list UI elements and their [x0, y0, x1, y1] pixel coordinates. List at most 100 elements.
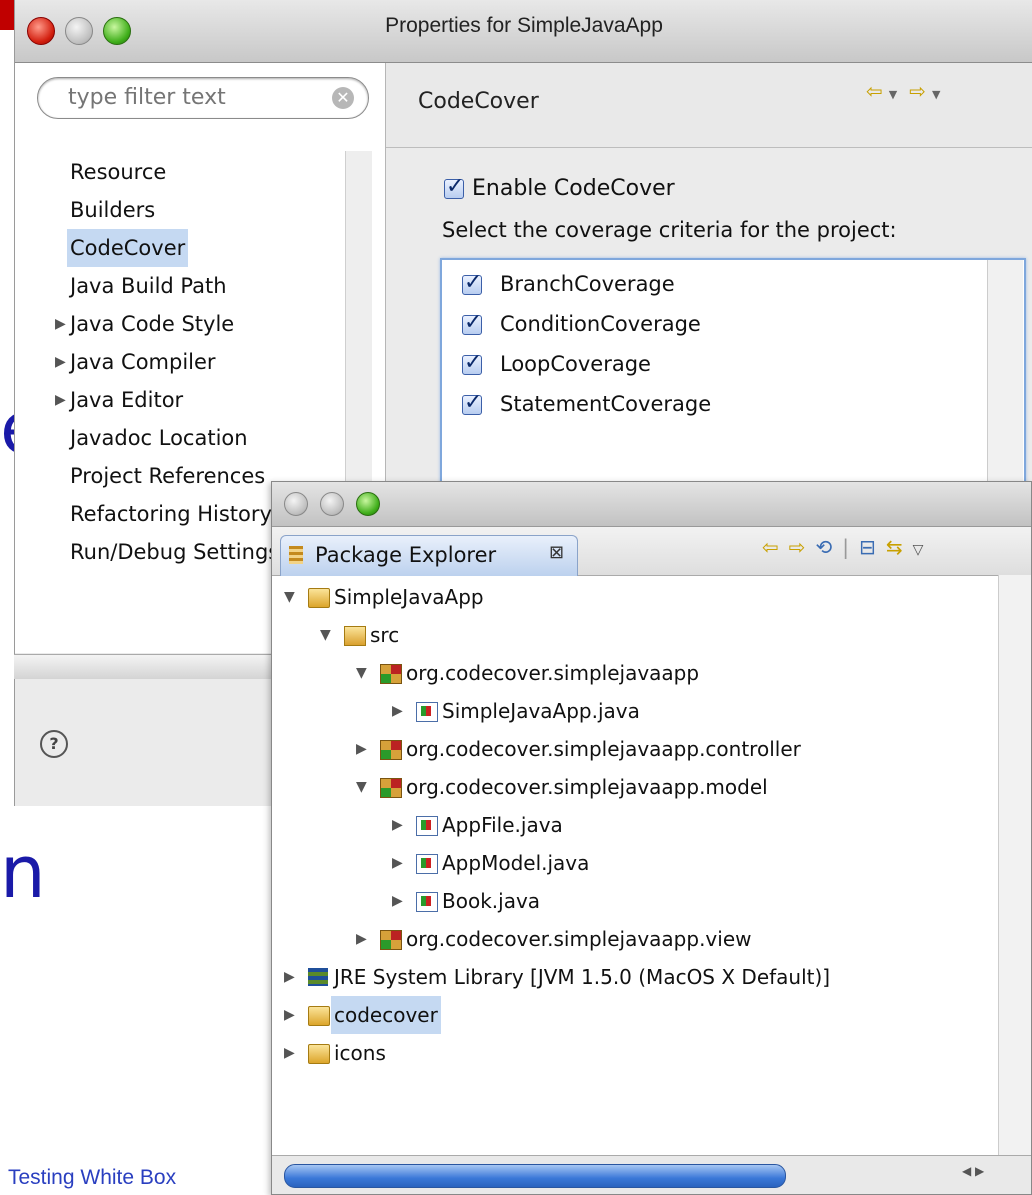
- tree-row-label: icons: [334, 1041, 386, 1065]
- tree-row[interactable]: ▶ SimpleJavaApp.java: [272, 692, 1002, 730]
- link-with-editor-icon[interactable]: ⟲: [816, 535, 833, 559]
- criteria-label: BranchCoverage: [500, 272, 675, 296]
- explorer-tab-bar: Package Explorer ⊠ ⇦ ⇨ ⟲ | ⊟ ⇆ ▽: [272, 527, 1031, 576]
- nav-item-label: Builders: [70, 198, 156, 222]
- expand-triangle-icon[interactable]: ▶: [392, 882, 403, 920]
- nav-item[interactable]: Resource: [15, 153, 355, 191]
- tree-row[interactable]: ▶ AppModel.java: [272, 844, 1002, 882]
- folder-icon: [308, 1044, 330, 1064]
- tree-row[interactable]: ▶ AppFile.java: [272, 806, 1002, 844]
- history-nav: ⇦ ▼ ⇨ ▼: [866, 79, 952, 103]
- tree-row[interactable]: ▼ SimpleJavaApp: [272, 578, 1002, 616]
- tree-row[interactable]: ▶ org.codecover.simplejavaapp.view: [272, 920, 1002, 958]
- tree-row[interactable]: ▶ icons: [272, 1034, 1002, 1072]
- collapse-triangle-icon[interactable]: ▼: [284, 578, 295, 616]
- java-file-icon: [416, 702, 438, 722]
- criteria-item[interactable]: LoopCoverage: [462, 350, 651, 376]
- chevron-down-icon[interactable]: ▼: [889, 88, 897, 101]
- expand-triangle-icon[interactable]: ▶: [284, 1034, 295, 1072]
- nav-item[interactable]: ▶ Java Compiler: [15, 343, 355, 381]
- criteria-item[interactable]: BranchCoverage: [462, 270, 675, 296]
- java-file-icon: [416, 892, 438, 912]
- expand-triangle-icon[interactable]: ▶: [392, 692, 403, 730]
- nav-item[interactable]: ▶ Java Code Style: [15, 305, 355, 343]
- view-menu-icon[interactable]: ▽: [913, 542, 924, 558]
- checkbox-checked-icon[interactable]: [462, 350, 482, 375]
- dialog-titlebar: Properties for SimpleJavaApp: [15, 0, 1032, 63]
- tree-row-label: SimpleJavaApp: [334, 585, 484, 609]
- tree-row-label: JRE System Library [JVM 1.5.0 (MacOS X D…: [334, 965, 831, 989]
- tree-row[interactable]: ▶ codecover: [272, 996, 1002, 1034]
- scroll-arrows-icon[interactable]: ◀ ▶: [962, 1164, 984, 1178]
- nav-item-label: Java Editor: [70, 388, 184, 412]
- expand-triangle-icon[interactable]: ▶: [284, 996, 295, 1034]
- tab-package-explorer[interactable]: Package Explorer ⊠: [280, 535, 578, 576]
- java-file-icon: [416, 854, 438, 874]
- filter-field[interactable]: ✕: [37, 77, 369, 119]
- zoom-window-button[interactable]: [356, 492, 380, 516]
- back-arrow-icon[interactable]: ⇦: [762, 535, 779, 559]
- help-icon[interactable]: ?: [40, 730, 68, 758]
- expand-triangle-icon[interactable]: ▶: [55, 343, 66, 381]
- collapse-triangle-icon[interactable]: ▼: [320, 616, 331, 654]
- source-folder-icon: [344, 626, 366, 646]
- nav-item[interactable]: Javadoc Location: [15, 419, 355, 457]
- sync-icon[interactable]: ⇆: [886, 535, 903, 559]
- nav-item[interactable]: ▶ Java Editor: [15, 381, 355, 419]
- nav-item[interactable]: Java Build Path: [15, 267, 355, 305]
- nav-item-label: Project References: [70, 464, 266, 488]
- nav-item-label: Run/Debug Settings: [70, 540, 280, 564]
- expand-triangle-icon[interactable]: ▶: [55, 381, 66, 419]
- close-tab-icon[interactable]: ⊠: [549, 542, 564, 563]
- slide-text-fragment: n: [0, 830, 46, 914]
- forward-arrow-icon[interactable]: ⇨: [909, 79, 926, 103]
- tree-row[interactable]: ▼ org.codecover.simplejavaapp.model: [272, 768, 1002, 806]
- tree-row-label: Book.java: [442, 889, 541, 913]
- chevron-down-icon[interactable]: ▼: [932, 88, 940, 101]
- expand-triangle-icon[interactable]: ▶: [392, 806, 403, 844]
- tree-row[interactable]: ▶ Book.java: [272, 882, 1002, 920]
- nav-item-label: Resource: [70, 160, 167, 184]
- nav-item[interactable]: Builders: [15, 191, 355, 229]
- expand-triangle-icon[interactable]: ▶: [284, 958, 295, 996]
- expand-triangle-icon[interactable]: ▶: [55, 305, 66, 343]
- criteria-label: ConditionCoverage: [500, 312, 701, 336]
- collapse-triangle-icon[interactable]: ▼: [356, 654, 367, 692]
- tab-label: Package Explorer: [315, 543, 497, 567]
- package-icon: [380, 930, 402, 950]
- tree-vertical-scrollbar[interactable]: [998, 575, 1031, 1155]
- filter-input[interactable]: [66, 84, 330, 111]
- package-tree: ▼ SimpleJavaApp ▼ src ▼ org.codecover.simplej…: [272, 578, 1002, 1072]
- nav-item-label: Java Code Style: [70, 312, 235, 336]
- close-window-button[interactable]: [284, 492, 308, 516]
- tree-row[interactable]: ▼ org.codecover.simplejavaapp: [272, 654, 1002, 692]
- checkbox-checked-icon[interactable]: [444, 174, 464, 199]
- tree-horizontal-scrollbar[interactable]: ◀ ▶: [272, 1155, 1031, 1194]
- scroll-thumb[interactable]: [284, 1164, 786, 1188]
- collapse-triangle-icon[interactable]: ▼: [356, 768, 367, 806]
- forward-arrow-icon[interactable]: ⇨: [789, 535, 806, 559]
- tree-row-label: codecover: [331, 996, 441, 1034]
- nav-item-label: Refactoring History: [70, 502, 272, 526]
- expand-triangle-icon[interactable]: ▶: [392, 844, 403, 882]
- nav-item[interactable]: CodeCover: [15, 229, 355, 267]
- enable-codecover-checkbox[interactable]: Enable CodeCover: [444, 174, 675, 201]
- expand-triangle-icon[interactable]: ▶: [356, 920, 367, 958]
- minimize-window-button[interactable]: [320, 492, 344, 516]
- criteria-item[interactable]: StatementCoverage: [462, 390, 712, 416]
- tree-row[interactable]: ▼ src: [272, 616, 1002, 654]
- criteria-item[interactable]: ConditionCoverage: [462, 310, 701, 336]
- clear-filter-icon[interactable]: ✕: [332, 87, 354, 109]
- tree-row[interactable]: ▶ JRE System Library [JVM 1.5.0 (MacOS X …: [272, 958, 1002, 996]
- back-arrow-icon[interactable]: ⇦: [866, 79, 883, 103]
- checkbox-checked-icon[interactable]: [462, 310, 482, 335]
- criteria-label: StatementCoverage: [500, 392, 712, 416]
- expand-triangle-icon[interactable]: ▶: [356, 730, 367, 768]
- package-icon: [380, 740, 402, 760]
- checkbox-checked-icon[interactable]: [462, 390, 482, 415]
- library-icon: [308, 968, 328, 986]
- checkbox-checked-icon[interactable]: [462, 270, 482, 295]
- collapse-all-icon[interactable]: ⊟: [859, 535, 876, 559]
- nav-item-label: Java Build Path: [70, 274, 227, 298]
- tree-row[interactable]: ▶ org.codecover.simplejavaapp.controller: [272, 730, 1002, 768]
